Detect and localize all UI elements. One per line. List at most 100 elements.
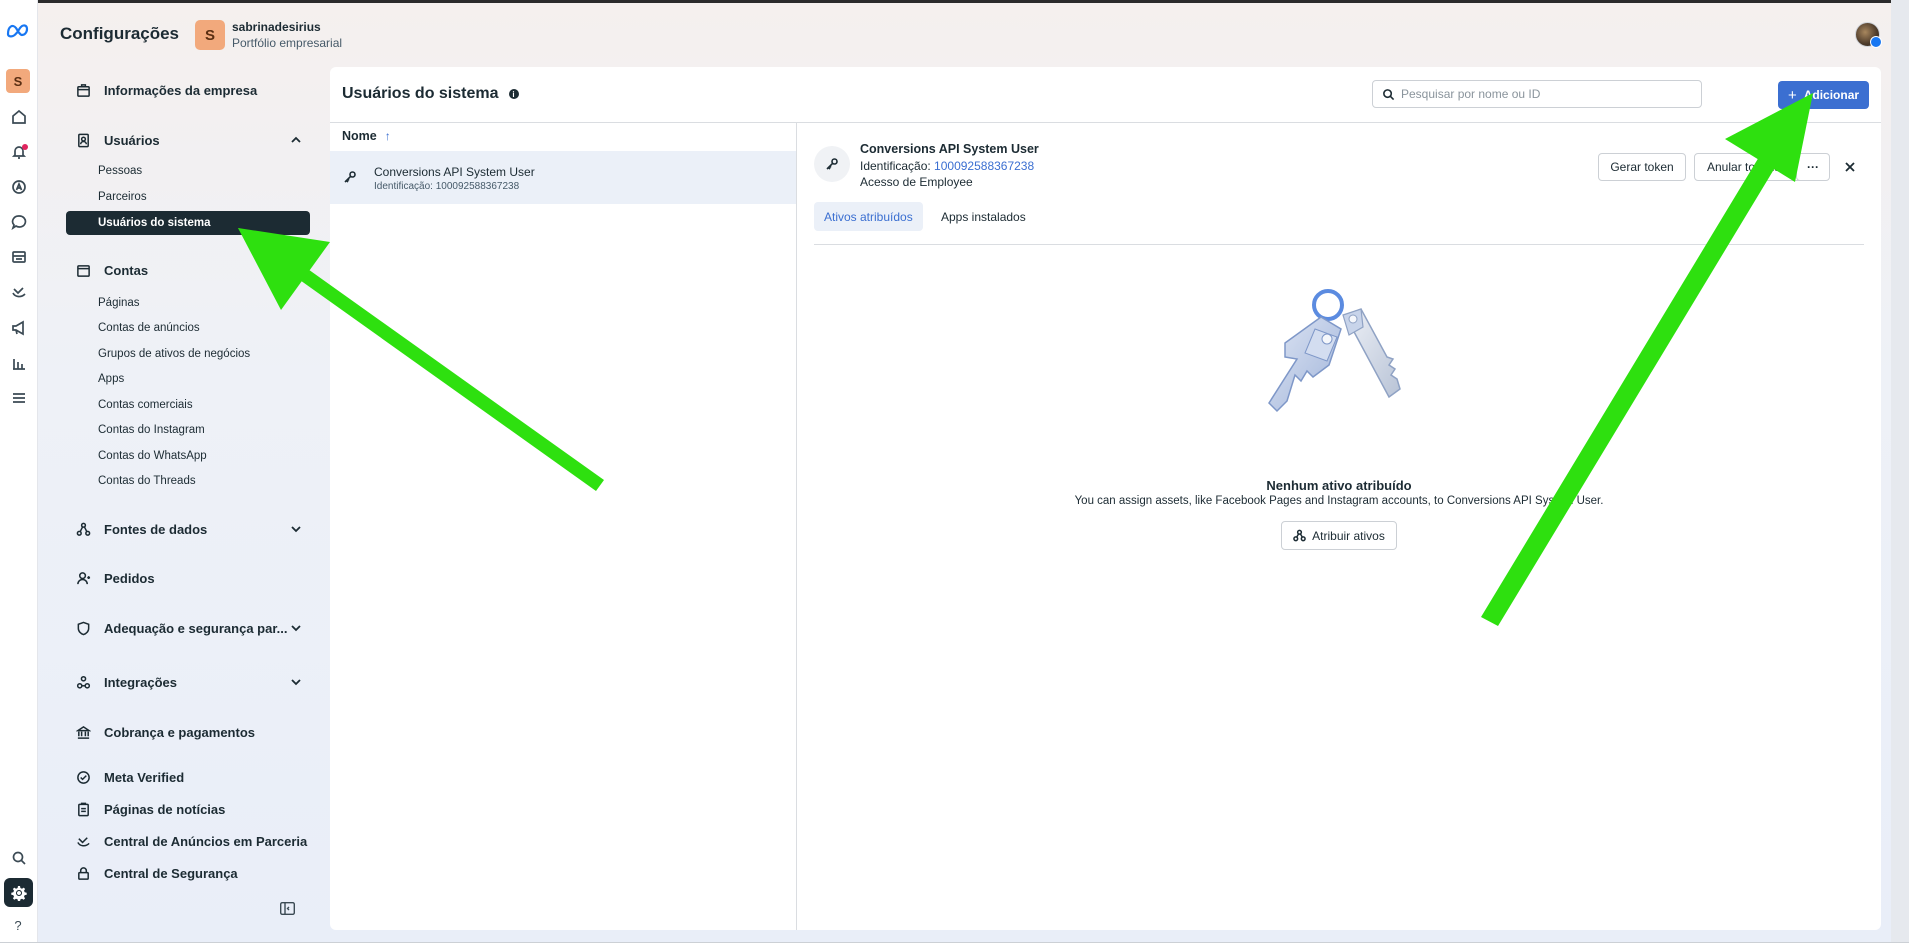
search-placeholder: Pesquisar por nome ou ID — [1401, 87, 1541, 101]
settings-gear-icon[interactable] — [4, 878, 33, 907]
sidebar-section-label: Integrações — [104, 674, 177, 690]
chevron-down-icon[interactable] — [289, 675, 303, 689]
search-input[interactable]: Pesquisar por nome ou ID — [1372, 80, 1702, 108]
verified-badge-icon — [74, 768, 92, 786]
sidebar-item-meta-verified[interactable]: Meta Verified — [60, 764, 315, 790]
org-subtitle: Portfólio empresarial — [232, 36, 343, 50]
list-item[interactable]: Conversions API System User Identificaçã… — [330, 151, 796, 204]
sidebar-item-label: Central de Segurança — [104, 865, 238, 881]
sidebar-section-integrations[interactable]: Integrações — [60, 669, 315, 695]
org-switcher-avatar[interactable]: S — [6, 69, 30, 93]
integrations-icon — [74, 673, 92, 691]
sidebar-item-company-info[interactable]: Informações da empresa — [60, 77, 315, 103]
sidebar-section-label: Adequação e segurança par... — [104, 620, 288, 636]
data-sources-icon — [74, 520, 92, 538]
sidebar-item-partnership-ads[interactable]: Central de Anúncios em Parceria — [60, 828, 315, 854]
person-add-icon — [74, 569, 92, 587]
chevron-down-icon[interactable] — [289, 522, 303, 536]
sidebar-section-data-sources[interactable]: Fontes de dados — [60, 516, 315, 542]
keys-illustration — [1268, 289, 1401, 413]
sidebar-item-contas-comerciais[interactable]: Contas comerciais — [60, 393, 310, 417]
sidebar-section-label: Usuários — [104, 132, 160, 148]
sidebar-item-grupos-de-ativos[interactable]: Grupos de ativos de negócios — [60, 342, 310, 366]
messages-icon[interactable] — [9, 212, 29, 232]
sidebar-item-security-center[interactable]: Central de Segurança — [60, 860, 315, 886]
sidebar-item-paginas[interactable]: Páginas — [60, 291, 310, 315]
tab-assigned-assets[interactable]: Ativos atribuídos — [814, 202, 923, 231]
notification-dot — [22, 144, 28, 150]
shield-icon — [74, 619, 92, 637]
icon-rail: S ? — [0, 0, 38, 943]
sidebar-section-label: Contas — [104, 262, 149, 278]
insights-icon[interactable] — [9, 353, 29, 373]
sidebar-section-users[interactable]: Usuários — [60, 127, 315, 153]
sidebar-item-pessoas[interactable]: Pessoas — [60, 159, 310, 183]
collapse-sidebar-icon[interactable] — [279, 901, 296, 916]
info-icon[interactable]: i — [508, 89, 519, 99]
meta-logo-icon[interactable] — [6, 22, 32, 40]
assign-assets-label: Atribuir ativos — [1312, 528, 1385, 543]
search-icon[interactable] — [9, 848, 29, 868]
user-avatar-circle — [814, 146, 850, 182]
sidebar-section-accounts[interactable]: Contas — [60, 257, 315, 283]
sidebar-item-usuarios-do-sistema[interactable]: Usuários do sistema — [66, 211, 310, 235]
panel-title: Usuários do sistema i — [342, 85, 519, 103]
partnership-ads-icon[interactable] — [9, 282, 29, 302]
bank-icon — [74, 723, 92, 741]
chevron-down-icon[interactable] — [289, 621, 303, 635]
detail-user-name: Conversions API System User — [860, 142, 1039, 156]
building-icon — [74, 81, 92, 99]
sidebar-item-contas-do-instagram[interactable]: Contas do Instagram — [60, 418, 310, 442]
search-icon — [1383, 88, 1395, 100]
chevron-up-icon[interactable] — [289, 133, 303, 147]
tab-installed-apps[interactable]: Apps instalados — [931, 202, 1036, 231]
empty-state-description: You can assign assets, like Facebook Pag… — [1074, 495, 1604, 507]
assets-icon — [1293, 529, 1306, 542]
add-button-label: Adicionar — [1803, 88, 1860, 102]
sort-ascending-icon: ↑ — [384, 129, 391, 143]
help-icon[interactable]: ? — [9, 918, 27, 933]
lock-icon — [74, 864, 92, 882]
panel-title-text: Usuários do sistema — [342, 85, 499, 102]
sidebar-item-label: Meta Verified — [104, 769, 185, 785]
system-user-name: Conversions API System User — [374, 165, 535, 179]
ads-manager-icon[interactable] — [9, 177, 29, 197]
revoke-tokens-button[interactable]: Anular tokens — [1694, 153, 1804, 181]
add-button[interactable]: + Adicionar — [1778, 81, 1869, 109]
sidebar-item-label: Páginas de notícias — [104, 801, 226, 817]
detail-id-value[interactable]: 100092588367238 — [934, 159, 1034, 173]
assign-assets-button[interactable]: Atribuir ativos — [1281, 521, 1397, 550]
system-user-id: Identificação: 100092588367238 — [374, 181, 520, 192]
key-icon — [826, 158, 838, 170]
sidebar-section-compliance[interactable]: Adequação e segurança par... — [60, 615, 315, 641]
sidebar-item-parceiros[interactable]: Parceiros — [60, 185, 310, 209]
system-users-panel: Usuários do sistema i Pesquisar por nome… — [330, 67, 1881, 930]
divider — [330, 122, 1881, 123]
sidebar-item-contas-do-whatsapp[interactable]: Contas do WhatsApp — [60, 444, 310, 468]
folder-icon — [74, 261, 92, 279]
home-icon[interactable] — [9, 107, 29, 127]
menu-icon[interactable] — [9, 388, 29, 408]
empty-state-title: Nenhum ativo atribuído — [1266, 478, 1412, 493]
org-avatar[interactable]: S — [195, 20, 225, 50]
plus-icon: + — [1787, 86, 1797, 104]
key-icon — [343, 170, 357, 184]
sidebar-item-label: Central de Anúncios em Parceria — [104, 833, 308, 849]
sidebar-item-label: Informações da empresa — [104, 82, 258, 98]
sidebar-item-billing[interactable]: Cobrança e pagamentos — [60, 719, 315, 745]
user-profile-avatar[interactable] — [1855, 22, 1882, 48]
sidebar-item-contas-de-anuncios[interactable]: Contas de anúncios — [60, 316, 310, 340]
close-icon[interactable] — [1840, 157, 1860, 177]
sidebar-item-apps[interactable]: Apps — [60, 367, 310, 391]
app-window: S ? Configurações S sabrinadesirius Port… — [0, 0, 1909, 943]
org-name[interactable]: sabrinadesirius — [232, 20, 321, 34]
more-options-button[interactable]: ··· — [1796, 153, 1830, 181]
sidebar-item-news-pages[interactable]: Páginas de notícias — [60, 796, 315, 822]
sidebar-item-contas-do-threads[interactable]: Contas do Threads — [60, 469, 310, 493]
content-icon[interactable] — [9, 247, 29, 267]
detail-access-level: Acesso de Employee — [860, 175, 973, 189]
column-header-name[interactable]: Nome ↑ — [342, 129, 391, 143]
megaphone-icon[interactable] — [9, 318, 29, 338]
sidebar-item-requests[interactable]: Pedidos — [60, 565, 315, 591]
generate-token-button[interactable]: Gerar token — [1598, 153, 1686, 181]
